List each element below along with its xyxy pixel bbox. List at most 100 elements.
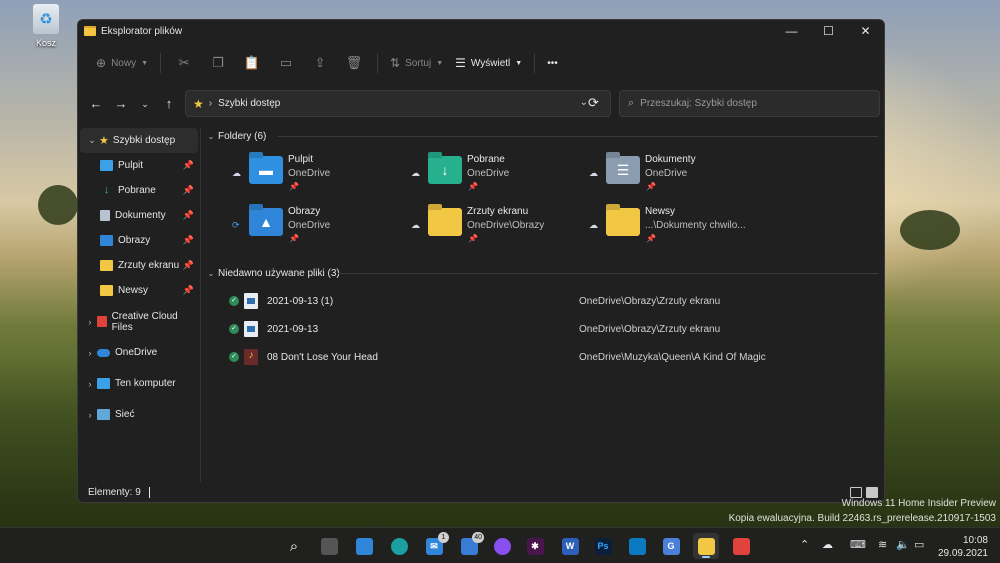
battery-icon[interactable]: ▭ xyxy=(914,538,924,551)
folder-tile-pulpit[interactable]: ☁ ▬ Pulpit OneDrive 📌 xyxy=(232,154,407,202)
search-taskbar-button[interactable]: ⌕ xyxy=(281,533,307,559)
wifi-icon[interactable]: ≋ xyxy=(878,538,887,551)
search-box[interactable]: ⌕ xyxy=(619,90,880,117)
widgets-button[interactable] xyxy=(351,533,377,559)
file-path: OneDrive\Obrazy\Zrzuty ekranu xyxy=(579,323,721,335)
folders-section-header[interactable]: ⌄ Foldery (6) xyxy=(204,128,880,144)
back-button[interactable]: ← xyxy=(86,95,106,113)
sidebar-item-obrazy[interactable]: Obrazy 📌 xyxy=(78,228,200,253)
recent-locations-button[interactable]: ⌄ xyxy=(135,95,155,113)
synced-check-icon: ✓ xyxy=(229,296,239,306)
creative-cloud-taskbar-button[interactable] xyxy=(728,533,754,559)
up-button[interactable]: ↑ xyxy=(159,95,179,113)
messenger-taskbar-button[interactable] xyxy=(489,533,515,559)
image-file-icon xyxy=(244,293,258,309)
file-explorer-taskbar-button[interactable] xyxy=(693,533,719,559)
recycle-bin-icon xyxy=(33,4,59,34)
expand-chevron-icon[interactable]: › xyxy=(83,379,97,389)
collapse-chevron-icon[interactable]: ⌄ xyxy=(204,269,218,278)
slack-taskbar-button[interactable]: ✱ xyxy=(522,533,548,559)
pin-icon: 📌 xyxy=(289,234,299,243)
translate-taskbar-button[interactable]: G xyxy=(658,533,684,559)
new-button[interactable]: ⊕ Nowy ▼ xyxy=(90,49,154,77)
share-button[interactable]: ⇪ xyxy=(303,49,337,77)
clock-date: 29.09.2021 xyxy=(937,548,988,559)
address-dropdown-icon[interactable]: ⌄ xyxy=(580,97,588,108)
expand-chevron-icon[interactable]: › xyxy=(83,410,97,420)
section-title: Niedawno używane pliki (3) xyxy=(218,267,340,279)
news-taskbar-button[interactable]: 40 xyxy=(456,532,484,559)
pin-icon: 📌 xyxy=(182,235,194,245)
folder-tile-newsy[interactable]: ☁ Newsy ...\Dokumenty chwilo... 📌 xyxy=(589,206,764,254)
folder-name: Zrzuty ekranu xyxy=(467,206,529,217)
recent-file-row[interactable]: ✓ 08 Don't Lose Your Head OneDrive\Muzyk… xyxy=(204,344,878,370)
forward-button[interactable]: → xyxy=(111,95,131,113)
mail-taskbar-button[interactable]: ✉ 1 xyxy=(421,532,449,559)
sidebar-item-dokumenty[interactable]: Dokumenty 📌 xyxy=(78,203,200,228)
recent-file-row[interactable]: ✓ 2021-09-13 OneDrive\Obrazy\Zrzuty ekra… xyxy=(204,316,878,342)
sidebar-item-network[interactable]: › Sieć xyxy=(78,402,200,427)
copy-button[interactable]: ❐ xyxy=(201,49,235,77)
watermark-edition: Windows 11 Home Insider Preview xyxy=(841,498,996,509)
keyboard-icon[interactable]: ⌨ xyxy=(850,538,866,551)
star-icon: ★ xyxy=(193,96,204,111)
edge-taskbar-button[interactable] xyxy=(386,533,412,559)
title-bar[interactable]: Eksplorator plików xyxy=(78,20,884,42)
trello-taskbar-button[interactable] xyxy=(624,533,650,559)
cut-button[interactable]: ✂ xyxy=(167,49,201,77)
more-options-button[interactable]: ••• xyxy=(541,49,564,77)
sidebar-item-onedrive[interactable]: › OneDrive xyxy=(78,340,200,365)
folder-tile-obrazy[interactable]: ⟳ ▲ Obrazy OneDrive 📌 xyxy=(232,206,407,254)
sidebar-item-pulpit[interactable]: Pulpit 📌 xyxy=(78,153,200,178)
delete-button[interactable]: 🗑 xyxy=(337,49,371,77)
clock[interactable]: 10:08 29.09.2021 xyxy=(938,534,988,560)
close-button[interactable]: ✕ xyxy=(847,20,884,42)
sidebar-item-quick-access[interactable]: ⌄ ★ Szybki dostęp xyxy=(80,128,198,153)
rename-button[interactable]: ▭ xyxy=(269,49,303,77)
paste-button[interactable]: 📋 xyxy=(235,49,269,77)
folder-name: Obrazy xyxy=(288,206,321,217)
download-icon: ↓ xyxy=(103,184,110,196)
sidebar-item-creative-cloud[interactable]: › Creative Cloud Files xyxy=(78,309,200,334)
folder-tile-pobrane[interactable]: ☁ ↓ Pobrane OneDrive 📌 xyxy=(411,154,586,202)
view-button[interactable]: ☰ Wyświetl ▼ xyxy=(449,49,528,77)
folder-name: Pulpit xyxy=(288,154,314,165)
creative-cloud-icon xyxy=(96,316,107,327)
sort-button[interactable]: ⇅ Sortuj ▼ xyxy=(384,49,449,77)
collapse-chevron-icon[interactable]: ⌄ xyxy=(204,132,218,141)
sidebar-item-this-pc[interactable]: › Ten komputer xyxy=(78,371,200,396)
download-icon: ↓ xyxy=(441,162,449,178)
sidebar-item-pobrane[interactable]: ↓ Pobrane 📌 xyxy=(78,178,200,203)
chevron-down-icon: ▼ xyxy=(515,59,523,67)
sidebar-item-label: Pulpit xyxy=(118,160,144,171)
share-icon: ⇪ xyxy=(314,55,326,70)
sidebar-item-newsy[interactable]: Newsy 📌 xyxy=(78,278,200,303)
refresh-button[interactable]: ⟳ xyxy=(588,95,599,111)
recent-files-section-header[interactable]: ⌄ Niedawno używane pliki (3) xyxy=(204,265,880,281)
sidebar-item-zrzuty-ekranu[interactable]: Zrzuty ekranu 📌 xyxy=(78,253,200,278)
folder-tile-dokumenty[interactable]: ☁ ☰ Dokumenty OneDrive 📌 xyxy=(589,154,764,202)
volume-icon[interactable]: 🔈 xyxy=(896,538,910,551)
sidebar-item-label: Szybki dostęp xyxy=(112,135,176,146)
word-taskbar-button[interactable]: W xyxy=(557,533,583,559)
folder-icon xyxy=(428,208,462,236)
minimize-button[interactable]: — xyxy=(773,20,810,42)
breadcrumb-location[interactable]: Szybki dostęp xyxy=(218,98,280,109)
expand-chevron-icon[interactable]: ⌄ xyxy=(85,135,99,146)
expand-chevron-icon[interactable]: › xyxy=(83,348,97,358)
scissors-icon: ✂ xyxy=(178,55,190,70)
recycle-bin-desktop-icon[interactable]: Kosz xyxy=(26,4,66,48)
show-hidden-icons-button[interactable]: ⌃ xyxy=(800,538,809,551)
onedrive-tray-icon[interactable]: ☁ xyxy=(822,538,833,551)
photoshop-taskbar-button[interactable]: Ps xyxy=(590,533,616,559)
folder-tile-zrzuty-ekranu[interactable]: ☁ Zrzuty ekranu OneDrive\Obrazy 📌 xyxy=(411,206,586,254)
expand-chevron-icon[interactable]: › xyxy=(83,317,97,327)
maximize-button[interactable]: ☐ xyxy=(810,20,847,42)
toolbar-divider xyxy=(534,53,536,73)
task-view-button[interactable] xyxy=(316,533,342,559)
section-title: Foldery (6) xyxy=(218,130,267,142)
start-button[interactable] xyxy=(246,533,272,559)
search-input[interactable] xyxy=(640,98,861,109)
recent-file-row[interactable]: ✓ 2021-09-13 (1) OneDrive\Obrazy\Zrzuty … xyxy=(204,288,878,314)
address-bar[interactable]: ★ › Szybki dostęp ⌄ xyxy=(185,90,611,117)
